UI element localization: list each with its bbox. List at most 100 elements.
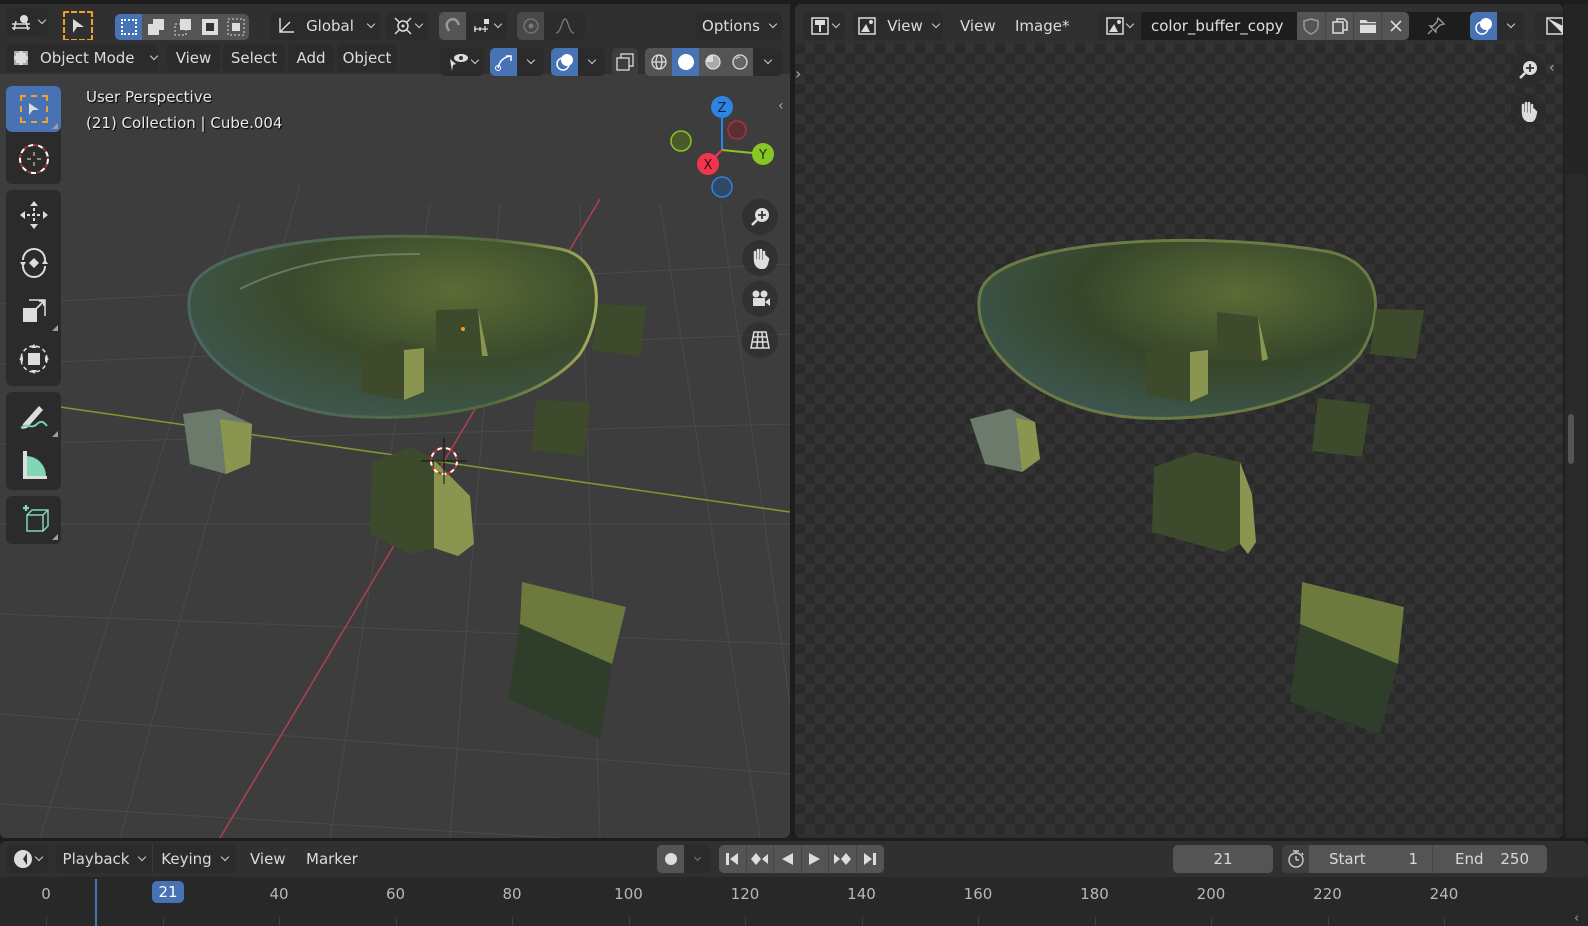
menu-keying[interactable]: Keying xyxy=(153,845,236,873)
proportional-edit-icon[interactable] xyxy=(517,12,544,40)
prev-keyframe-button[interactable] xyxy=(747,845,774,873)
object-mode-dropdown[interactable]: Object Mode xyxy=(6,44,158,72)
select-new-icon[interactable] xyxy=(115,14,142,40)
zoom-button[interactable] xyxy=(742,199,778,235)
pan-button[interactable] xyxy=(742,240,778,276)
toolbar-toggle-arrow[interactable]: › xyxy=(795,64,805,84)
tool-select-box[interactable] xyxy=(6,86,61,132)
falloff-curve-icon[interactable] xyxy=(544,12,585,40)
tool-cursor[interactable] xyxy=(6,136,61,182)
selectability-dropdown[interactable] xyxy=(440,48,484,76)
timeline[interactable]: Playback Keying View Marker 21 Start 1 E… xyxy=(0,841,1588,926)
sidebar-toggle-arrow[interactable]: ‹ xyxy=(1549,60,1561,80)
view-mode-dropdown[interactable]: View xyxy=(853,12,943,40)
select-intersect-icon[interactable] xyxy=(223,14,249,40)
fake-user-button[interactable] xyxy=(1297,12,1325,40)
next-keyframe-button[interactable] xyxy=(829,845,857,873)
play-button[interactable] xyxy=(802,845,829,873)
shading-material-button[interactable] xyxy=(699,48,726,76)
xray-toggle[interactable] xyxy=(612,48,638,76)
editor-type-button[interactable] xyxy=(6,845,48,873)
menu-object-label: Object xyxy=(342,49,392,67)
overlay-icon[interactable] xyxy=(551,48,578,76)
camera-view-button[interactable] xyxy=(742,281,778,317)
shading-rendered-button[interactable] xyxy=(726,48,753,76)
menu-select[interactable]: Select xyxy=(223,44,285,72)
toolbar-group-add xyxy=(6,496,61,544)
ruler-tick xyxy=(162,917,164,926)
editor-type-button[interactable] xyxy=(6,8,48,36)
menu-marker[interactable]: Marker xyxy=(306,850,358,868)
tool-transform[interactable] xyxy=(6,336,61,382)
record-button[interactable] xyxy=(657,845,684,873)
shading-dropdown[interactable] xyxy=(753,48,782,76)
navigation-gizmo[interactable]: Z Y X xyxy=(665,92,780,202)
image-editor[interactable]: View View Image* color_buffer_copy › ‹ xyxy=(795,4,1563,838)
playhead-line[interactable] xyxy=(95,879,97,926)
menu-view[interactable]: View xyxy=(167,44,220,72)
tool-select-button[interactable] xyxy=(63,11,93,41)
rendered-sphere-icon xyxy=(731,54,748,70)
sidebar-toggle-arrow[interactable]: ‹ xyxy=(778,98,790,120)
tool-scale[interactable] xyxy=(6,288,61,334)
start-frame-field[interactable]: Start 1 xyxy=(1309,845,1433,873)
tool-add-cube[interactable] xyxy=(6,497,61,543)
pin-button[interactable] xyxy=(1423,14,1449,38)
overlay-dropdown[interactable] xyxy=(578,48,605,76)
xray-icon xyxy=(616,53,634,71)
record-dropdown[interactable] xyxy=(684,845,711,873)
pivot-point-dropdown[interactable] xyxy=(386,12,428,40)
jump-end-button[interactable] xyxy=(857,845,885,873)
pan-button[interactable] xyxy=(1510,93,1546,129)
magnet-icon[interactable] xyxy=(439,12,466,40)
snap-increment-icon[interactable] xyxy=(466,12,507,40)
tool-measure[interactable] xyxy=(6,442,61,488)
sidebar-toggle-arrow[interactable]: ‹ xyxy=(1574,911,1579,926)
menu-view[interactable]: View xyxy=(960,17,996,35)
transform-orientation-dropdown[interactable]: Global xyxy=(270,12,380,40)
menu-playback[interactable]: Playback xyxy=(56,845,153,873)
duplicate-button[interactable] xyxy=(1325,12,1353,40)
select-extend-icon[interactable] xyxy=(142,14,169,40)
jump-start-button[interactable] xyxy=(719,845,747,873)
frame-ruler[interactable]: 020406080100120140160180200220240 xyxy=(0,877,1588,926)
gizmo-icon[interactable] xyxy=(490,48,517,76)
menu-object[interactable]: Object xyxy=(337,44,397,72)
z-axis-label: Z xyxy=(718,101,727,116)
select-invert-icon[interactable] xyxy=(196,14,223,40)
shading-solid-button[interactable] xyxy=(672,48,699,76)
gizmo-dropdown[interactable] xyxy=(517,48,544,76)
playhead-frame-badge[interactable]: 21 xyxy=(152,881,184,903)
play-reverse-button[interactable] xyxy=(774,845,802,873)
options-dropdown[interactable]: Options xyxy=(696,12,782,40)
display-channels-button[interactable] xyxy=(1535,12,1563,40)
3d-viewport[interactable]: Global Options Object Mode View Select A… xyxy=(0,4,790,838)
ortho-toggle-button[interactable] xyxy=(742,322,778,358)
tool-rotate[interactable] xyxy=(6,240,61,286)
menu-add[interactable]: Add xyxy=(288,44,334,72)
end-frame-field[interactable]: End 250 xyxy=(1433,845,1547,873)
editor-type-button[interactable] xyxy=(803,12,845,40)
start-value: 1 xyxy=(1408,850,1418,868)
shading-wireframe-button[interactable] xyxy=(645,48,672,76)
select-subtract-icon[interactable] xyxy=(169,14,196,40)
image-browse-button[interactable] xyxy=(1097,12,1141,40)
scrollbar[interactable] xyxy=(1568,414,1574,464)
annotate-pencil-icon xyxy=(19,406,48,429)
menu-image[interactable]: Image* xyxy=(1015,17,1069,35)
side-tabs[interactable] xyxy=(1566,174,1586,838)
zoom-button[interactable] xyxy=(1510,52,1546,88)
open-button[interactable] xyxy=(1353,12,1381,40)
menu-view[interactable]: View xyxy=(250,850,286,868)
image-name-field[interactable]: color_buffer_copy xyxy=(1141,12,1297,40)
unlink-button[interactable] xyxy=(1381,12,1409,40)
tool-annotate[interactable] xyxy=(6,394,61,440)
image-editor-header: View View Image* color_buffer_copy xyxy=(795,4,1563,44)
current-frame-field[interactable]: 21 xyxy=(1173,845,1273,873)
overlay-icon[interactable] xyxy=(1470,12,1497,40)
open-folder-icon xyxy=(1359,20,1376,33)
overlay-dropdown[interactable] xyxy=(1497,12,1524,40)
preview-range-button[interactable] xyxy=(1282,845,1309,873)
tool-move[interactable] xyxy=(6,192,61,238)
grid-ortho-icon xyxy=(750,331,770,349)
